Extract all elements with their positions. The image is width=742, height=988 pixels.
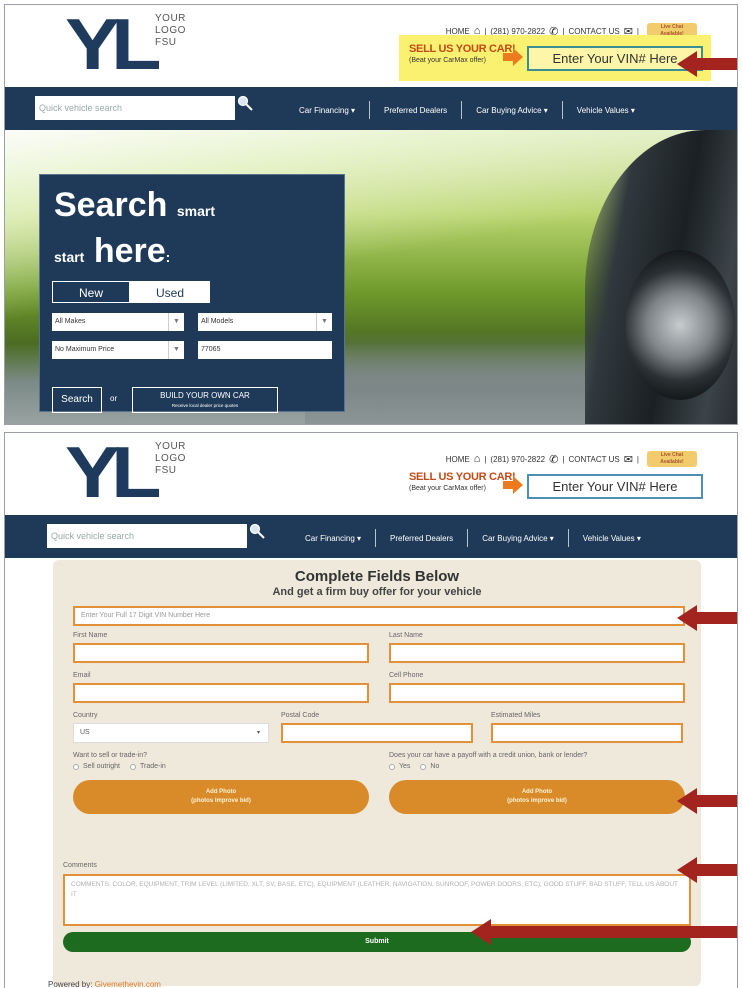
main-nav: Quick vehicle search Car Financing ▾ Pre… bbox=[5, 87, 737, 130]
add-photo-button[interactable]: Add Photo (photos improve bid) bbox=[73, 780, 369, 814]
chevron-down-icon: ▾ bbox=[256, 730, 260, 736]
sell-outright-radio[interactable] bbox=[73, 763, 79, 770]
sell-subtitle: (Beat your CarMax offer) bbox=[409, 485, 486, 492]
first-name-label: First Name bbox=[73, 632, 108, 639]
nav-preferred-dealers[interactable]: Preferred Dealers bbox=[376, 534, 467, 543]
logo-line: YOUR bbox=[155, 13, 186, 24]
logo-line: LOGO bbox=[155, 453, 186, 464]
trade-in-radio[interactable] bbox=[129, 763, 136, 770]
chevron-down-icon: ▼ bbox=[168, 341, 184, 359]
powered-by-link[interactable]: Givemethevin.com bbox=[95, 980, 161, 988]
comments-label: Comments bbox=[63, 862, 97, 869]
logo-mark[interactable]: YL bbox=[65, 9, 162, 81]
payoff-yes-radio[interactable] bbox=[389, 763, 395, 770]
payoff-options: Yes No bbox=[389, 763, 439, 770]
nav-car-financing[interactable]: Car Financing ▾ bbox=[285, 106, 369, 115]
hero-wheel-image bbox=[625, 250, 735, 400]
logo-mark[interactable]: YL bbox=[65, 437, 162, 509]
sell-car-banner: SELL US YOUR CAR! (Beat your CarMax offe… bbox=[399, 463, 711, 509]
makes-select[interactable]: All Makes ▼ bbox=[52, 313, 184, 331]
annotation-arrow-icon bbox=[677, 857, 737, 883]
nav-vehicle-values[interactable]: Vehicle Values ▾ bbox=[563, 106, 649, 115]
search-icon[interactable] bbox=[237, 95, 253, 111]
email-field[interactable] bbox=[73, 683, 369, 703]
zip-input[interactable]: 77065 bbox=[198, 341, 332, 359]
first-name-field[interactable] bbox=[73, 643, 369, 663]
annotation-arrow-icon bbox=[677, 788, 737, 814]
nav-car-buying-advice[interactable]: Car Buying Advice ▾ bbox=[462, 106, 562, 115]
payoff-no-radio[interactable] bbox=[420, 763, 427, 770]
add-photo-button[interactable]: Add Photo (photos improve bid) bbox=[389, 780, 685, 814]
site-header: YL YOUR LOGO FSU HOME ⌂ | (281) 970-2822… bbox=[5, 433, 737, 515]
logo-text: YOUR LOGO FSU bbox=[155, 441, 186, 477]
quick-search-input[interactable]: Quick vehicle search bbox=[35, 96, 235, 120]
nav-preferred-dealers[interactable]: Preferred Dealers bbox=[370, 106, 461, 115]
search-button[interactable]: Search bbox=[52, 387, 102, 413]
models-select[interactable]: All Models ▼ bbox=[198, 313, 332, 331]
postal-code-label: Postal Code bbox=[281, 712, 320, 719]
annotation-arrow-icon bbox=[471, 919, 737, 945]
cell-phone-field[interactable] bbox=[389, 683, 685, 703]
logo-line: FSU bbox=[155, 465, 177, 476]
sell-or-trade-options: Sell outright Trade-in bbox=[73, 763, 166, 770]
hero-road bbox=[305, 330, 605, 424]
annotation-arrow-icon bbox=[677, 51, 737, 77]
search-headline: Search smart bbox=[54, 186, 215, 224]
enter-vin-button[interactable]: Enter Your VIN# Here bbox=[527, 474, 703, 499]
logo-line: YOUR bbox=[155, 441, 186, 452]
country-label: Country bbox=[73, 712, 98, 719]
email-label: Email bbox=[73, 672, 91, 679]
sell-title: SELL US YOUR CAR! bbox=[409, 43, 516, 55]
form-subtitle: And get a firm buy offer for your vehicl… bbox=[272, 586, 482, 598]
nav-menu: Car Financing ▾ Preferred Dealers Car Bu… bbox=[285, 101, 649, 119]
estimated-miles-field[interactable] bbox=[491, 723, 683, 743]
nav-car-buying-advice[interactable]: Car Buying Advice ▾ bbox=[468, 534, 568, 543]
nav-menu: Car Financing ▾ Preferred Dealers Car Bu… bbox=[291, 529, 655, 547]
chevron-down-icon: ▼ bbox=[168, 313, 184, 331]
sell-car-banner: SELL US YOUR CAR! (Beat your CarMax offe… bbox=[399, 35, 711, 81]
arrow-right-icon bbox=[503, 476, 523, 494]
screenshot-homepage: YL YOUR LOGO FSU HOME ⌂ | (281) 970-2822… bbox=[4, 4, 738, 425]
logo-line: FSU bbox=[155, 37, 177, 48]
site-header: YL YOUR LOGO FSU HOME ⌂ | (281) 970-2822… bbox=[5, 5, 737, 87]
or-label: or bbox=[110, 394, 118, 403]
powered-by: Powered by: Givemethevin.com bbox=[48, 980, 161, 988]
logo-line: LOGO bbox=[155, 25, 186, 36]
hero-banner: Search smart start here: New Used All Ma… bbox=[5, 130, 737, 424]
search-icon[interactable] bbox=[249, 523, 265, 539]
last-name-field[interactable] bbox=[389, 643, 685, 663]
annotation-arrow-icon bbox=[677, 605, 737, 631]
quick-search-input[interactable]: Quick vehicle search bbox=[47, 524, 247, 548]
main-nav: Quick vehicle search Car Financing ▾ Pre… bbox=[5, 515, 737, 558]
build-your-own-car-button[interactable]: BUILD YOUR OWN CAR Receive local dealer … bbox=[132, 387, 278, 413]
last-name-label: Last Name bbox=[389, 632, 423, 639]
payoff-label: Does your car have a payoff with a credi… bbox=[389, 752, 588, 759]
price-select[interactable]: No Maximum Price ▼ bbox=[52, 341, 184, 359]
chevron-down-icon: ▼ bbox=[316, 313, 332, 331]
nav-vehicle-values[interactable]: Vehicle Values ▾ bbox=[569, 534, 655, 543]
nav-car-financing[interactable]: Car Financing ▾ bbox=[291, 534, 375, 543]
sell-or-trade-label: Want to sell or trade-in? bbox=[73, 752, 148, 759]
postal-code-field[interactable] bbox=[281, 723, 473, 743]
screenshot-sell-form: YL YOUR LOGO FSU HOME ⌂ | (281) 970-2822… bbox=[4, 432, 738, 988]
arrow-right-icon bbox=[503, 48, 523, 66]
estimated-miles-label: Estimated Miles bbox=[491, 712, 541, 719]
country-select[interactable]: US ▾ bbox=[73, 723, 269, 743]
search-headline-2: start here: bbox=[54, 232, 171, 270]
form-title: Complete Fields Below bbox=[294, 568, 460, 585]
logo-text: YOUR LOGO FSU bbox=[155, 13, 186, 49]
sell-title: SELL US YOUR CAR! bbox=[409, 471, 516, 483]
vehicle-search-card: Search smart start here: New Used All Ma… bbox=[39, 174, 345, 413]
tab-used[interactable]: Used bbox=[130, 281, 210, 303]
vin-field[interactable]: Enter Your Full 17 Digit VIN Number Here bbox=[73, 606, 685, 626]
sell-subtitle: (Beat your CarMax offer) bbox=[409, 57, 486, 64]
cell-phone-label: Cell Phone bbox=[389, 672, 424, 679]
tab-new[interactable]: New bbox=[52, 281, 130, 303]
